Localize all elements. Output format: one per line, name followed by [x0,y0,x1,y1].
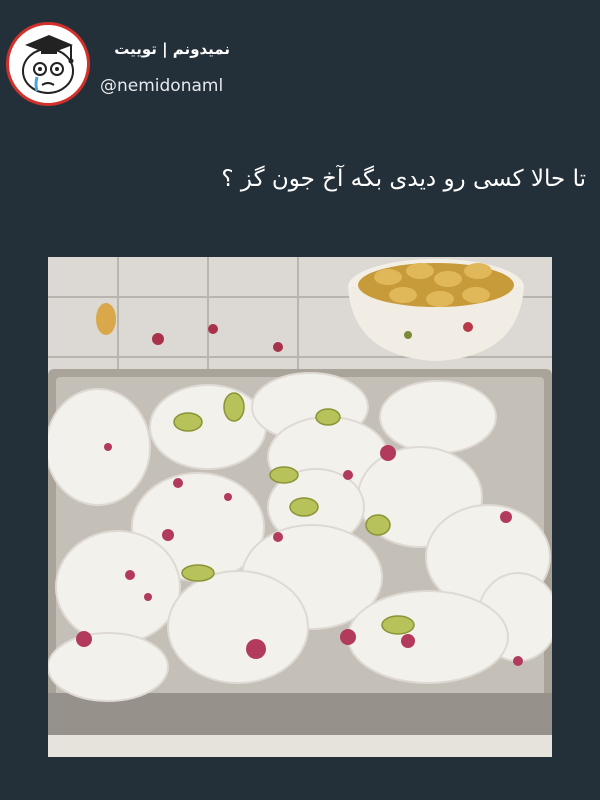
tweet-header: نمیدونم | توییت @nemidonaml [0,0,600,120]
cartoon-face-graduation-cap-icon [22,35,74,94]
user-handle[interactable]: @nemidonaml [100,76,223,96]
tweet-text: تا حالا کسی رو دیدی بگه آخ جون گز ؟ [221,166,586,192]
avatar[interactable] [6,22,90,106]
gaz-photo-image [48,257,552,757]
display-name[interactable]: نمیدونم | توییت [100,40,230,58]
tweet-photo[interactable] [48,257,552,757]
